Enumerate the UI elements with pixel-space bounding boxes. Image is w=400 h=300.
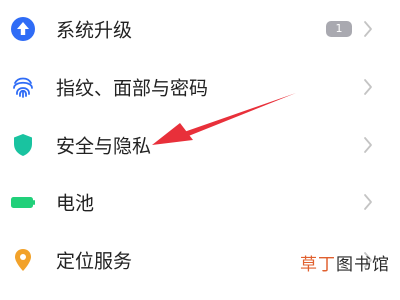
fingerprint-icon [10,74,36,100]
update-count-badge: 1 [326,21,352,37]
settings-item-label: 指纹、面部与密码 [56,77,209,100]
settings-item-label: 安全与隐私 [56,135,152,158]
settings-item-label: 系统升级 [56,19,133,42]
settings-item-security-privacy[interactable]: 安全与隐私 [0,116,400,174]
settings-item-label: 电池 [56,192,95,215]
chevron-right-icon [364,137,372,153]
settings-item-battery[interactable]: 电池 [0,173,400,231]
watermark-part2: 图书馆 [336,255,390,275]
watermark-part1: 草丁 [300,255,336,275]
settings-item-system-upgrade[interactable]: 系统升级 1 [0,0,400,58]
chevron-right-icon [364,21,372,37]
chevron-right-icon [364,79,372,95]
shield-icon [10,132,36,158]
chevron-right-icon [364,194,372,210]
battery-icon [10,189,36,215]
upgrade-arrow-icon [10,16,36,42]
location-pin-icon [10,247,36,273]
settings-item-label: 定位服务 [56,250,133,273]
watermark: 草丁图书馆 [300,250,390,275]
settings-item-fingerprint-face-password[interactable]: 指纹、面部与密码 [0,58,400,116]
